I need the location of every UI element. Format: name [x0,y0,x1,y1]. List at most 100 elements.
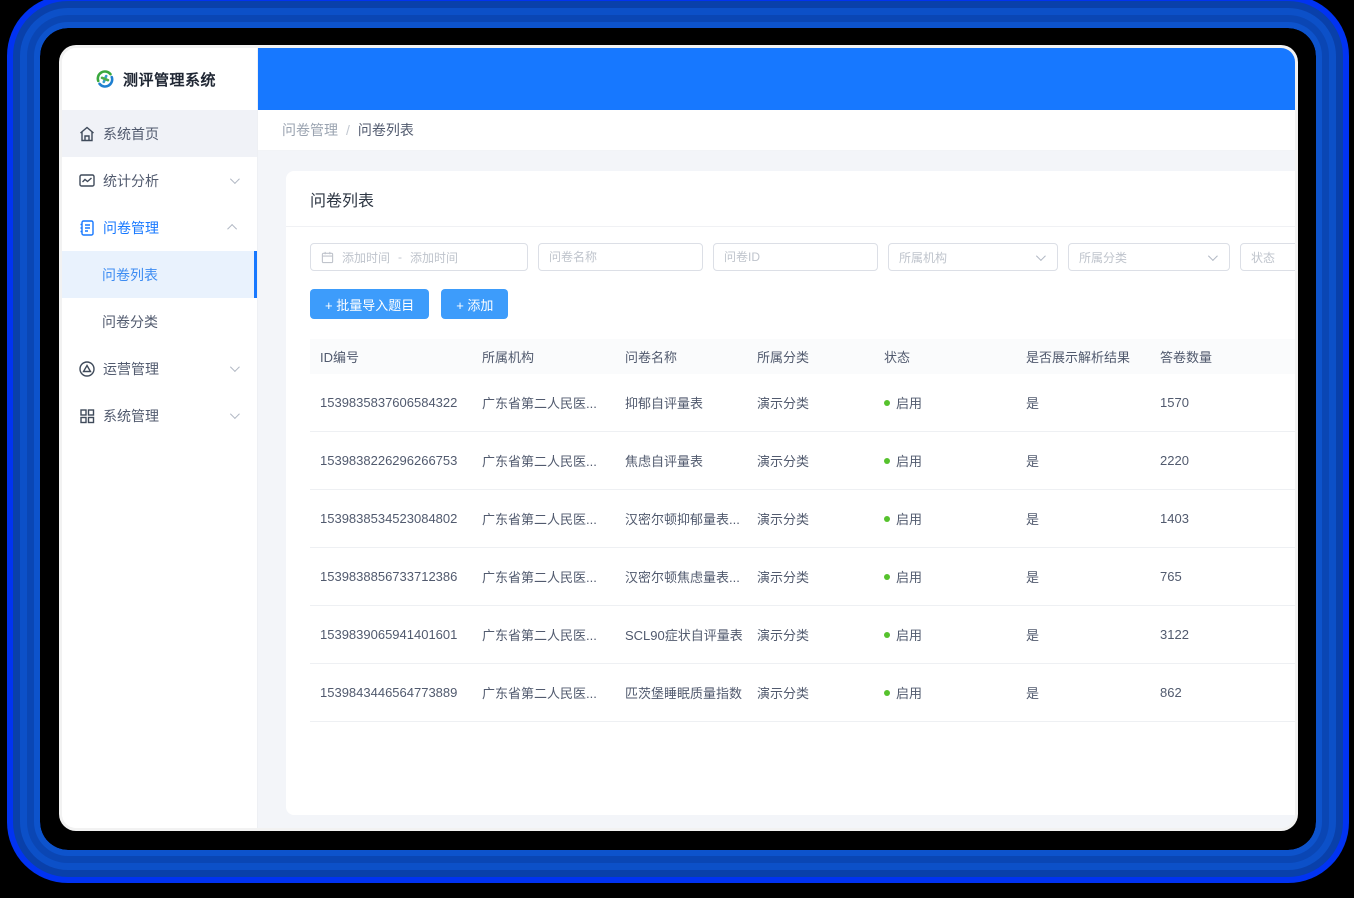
table-row[interactable]: 1539839065941401601广东省第二人民医...SCL90症状自评量… [310,606,1295,664]
sidebar-item-label: 问卷管理 [103,218,223,238]
cell-org: 广东省第二人民医... [472,567,615,586]
cell-name: 汉密尔顿焦虑量表... [615,567,747,586]
questionnaire-id-input[interactable] [713,243,878,271]
cell-name: SCL90症状自评量表 [615,625,747,644]
column-header-count: 答卷数量 [1150,347,1295,366]
app-title: 测评管理系统 [123,69,216,90]
cell-id: 1539835837606584322 [310,395,472,410]
date-start-placeholder: 添加时间 [342,249,390,266]
column-header-id: ID编号 [310,347,472,366]
table-row[interactable]: 1539838856733712386广东省第二人民医...汉密尔顿焦虑量表..… [310,548,1295,606]
main-area: 问卷管理 / 问卷列表 问卷列表 添加时间 - 添加时间 [258,48,1295,828]
cell-id: 1539839065941401601 [310,627,472,642]
cell-count: 1570 [1150,395,1295,410]
sidebar-item-label: 系统首页 [103,124,241,144]
cell-name: 焦虑自评量表 [615,451,747,470]
sidebar-subitem-label: 问卷列表 [102,265,158,285]
sidebar-subitem-questionnaire-category[interactable]: 问卷分类 [62,298,257,345]
cell-count: 1403 [1150,511,1295,526]
questionnaire-table: ID编号 所属机构 问卷名称 所属分类 状态 是否展示解析结果 答卷数量 153… [310,339,1295,722]
cell-status: 启用 [874,451,1016,470]
sidebar-item-label: 运营管理 [103,359,223,379]
action-bar: + 批量导入题目 + 添加 [286,271,1295,319]
sidebar-item-statistics[interactable]: 统计分析 [62,157,257,204]
cell-category: 演示分类 [747,451,874,470]
cell-status: 启用 [874,393,1016,412]
cell-org: 广东省第二人民医... [472,509,615,528]
column-header-category: 所属分类 [747,347,874,366]
table-row[interactable]: 1539843446564773889广东省第二人民医...匹茨堡睡眠质量指数演… [310,664,1295,722]
cell-show-analysis: 是 [1016,625,1150,644]
add-button[interactable]: + 添加 [441,289,508,319]
date-separator: - [398,250,402,264]
cell-name: 匹茨堡睡眠质量指数 [615,683,747,702]
cell-category: 演示分类 [747,393,874,412]
active-indicator-bar [254,251,257,298]
cell-status: 启用 [874,567,1016,586]
category-select[interactable]: 所属分类 [1068,243,1230,271]
cell-org: 广东省第二人民医... [472,683,615,702]
cell-count: 765 [1150,569,1295,584]
status-select-placeholder: 状态 [1251,249,1275,266]
breadcrumb: 问卷管理 / 问卷列表 [258,110,1295,151]
chevron-down-icon [1036,251,1046,261]
table-row[interactable]: 1539835837606584322广东省第二人民医...抑郁自评量表演示分类… [310,374,1295,432]
app-logo-icon [96,70,114,88]
sidebar-item-operations[interactable]: 运营管理 [62,345,257,392]
questionnaire-icon [78,219,96,237]
cell-org: 广东省第二人民医... [472,451,615,470]
cell-name: 抑郁自评量表 [615,393,747,412]
sidebar-item-label: 系统管理 [103,406,223,426]
batch-import-button[interactable]: + 批量导入题目 [310,289,429,319]
cell-show-analysis: 是 [1016,567,1150,586]
cell-category: 演示分类 [747,509,874,528]
column-header-show-analysis: 是否展示解析结果 [1016,347,1150,366]
date-end-placeholder: 添加时间 [410,249,458,266]
cell-show-analysis: 是 [1016,683,1150,702]
sidebar-subitem-questionnaire-list[interactable]: 问卷列表 [62,251,257,298]
cell-status: 启用 [874,683,1016,702]
organization-select[interactable]: 所属机构 [888,243,1058,271]
cell-name: 汉密尔顿抑郁量表... [615,509,747,528]
sidebar-item-home[interactable]: 系统首页 [62,110,257,157]
table-row[interactable]: 1539838226296266753广东省第二人民医...焦虑自评量表演示分类… [310,432,1295,490]
status-dot-icon [884,632,890,638]
date-range-picker[interactable]: 添加时间 - 添加时间 [310,243,528,271]
filter-bar: 添加时间 - 添加时间 所属机构 所属分类 状态 [286,227,1295,271]
column-header-org: 所属机构 [472,347,615,366]
sidebar-subitem-label: 问卷分类 [102,312,158,332]
cell-count: 3122 [1150,627,1295,642]
table-header-row: ID编号 所属机构 问卷名称 所属分类 状态 是否展示解析结果 答卷数量 [310,339,1295,374]
breadcrumb-separator: / [346,122,350,138]
table-row[interactable]: 1539838534523084802广东省第二人民医...汉密尔顿抑郁量表..… [310,490,1295,548]
table-body: 1539835837606584322广东省第二人民医...抑郁自评量表演示分类… [310,374,1295,722]
status-dot-icon [884,690,890,696]
cell-show-analysis: 是 [1016,393,1150,412]
status-dot-icon [884,400,890,406]
sidebar: 测评管理系统 系统首页 统计分析 问卷管理 问卷列表 [62,48,258,828]
questionnaire-name-input[interactable] [538,243,703,271]
sidebar-item-system[interactable]: 系统管理 [62,392,257,439]
status-dot-icon [884,458,890,464]
status-select[interactable]: 状态 [1240,243,1295,271]
chevron-down-icon [230,409,240,419]
chevron-down-icon [230,362,240,372]
organization-select-placeholder: 所属机构 [899,249,947,266]
chevron-up-icon [227,224,237,234]
cell-id: 1539843446564773889 [310,685,472,700]
column-header-status: 状态 [874,347,1016,366]
status-dot-icon [884,574,890,580]
category-select-placeholder: 所属分类 [1079,249,1127,266]
cell-category: 演示分类 [747,567,874,586]
app-window: 测评管理系统 系统首页 统计分析 问卷管理 问卷列表 [62,48,1295,828]
cell-show-analysis: 是 [1016,451,1150,470]
chevron-down-icon [1208,251,1218,261]
cell-id: 1539838226296266753 [310,453,472,468]
breadcrumb-parent[interactable]: 问卷管理 [282,120,338,140]
status-dot-icon [884,516,890,522]
sidebar-item-questionnaire[interactable]: 问卷管理 [62,204,257,251]
card-title: 问卷列表 [286,171,1295,227]
cell-status: 启用 [874,509,1016,528]
operations-icon [78,360,96,378]
cell-id: 1539838856733712386 [310,569,472,584]
